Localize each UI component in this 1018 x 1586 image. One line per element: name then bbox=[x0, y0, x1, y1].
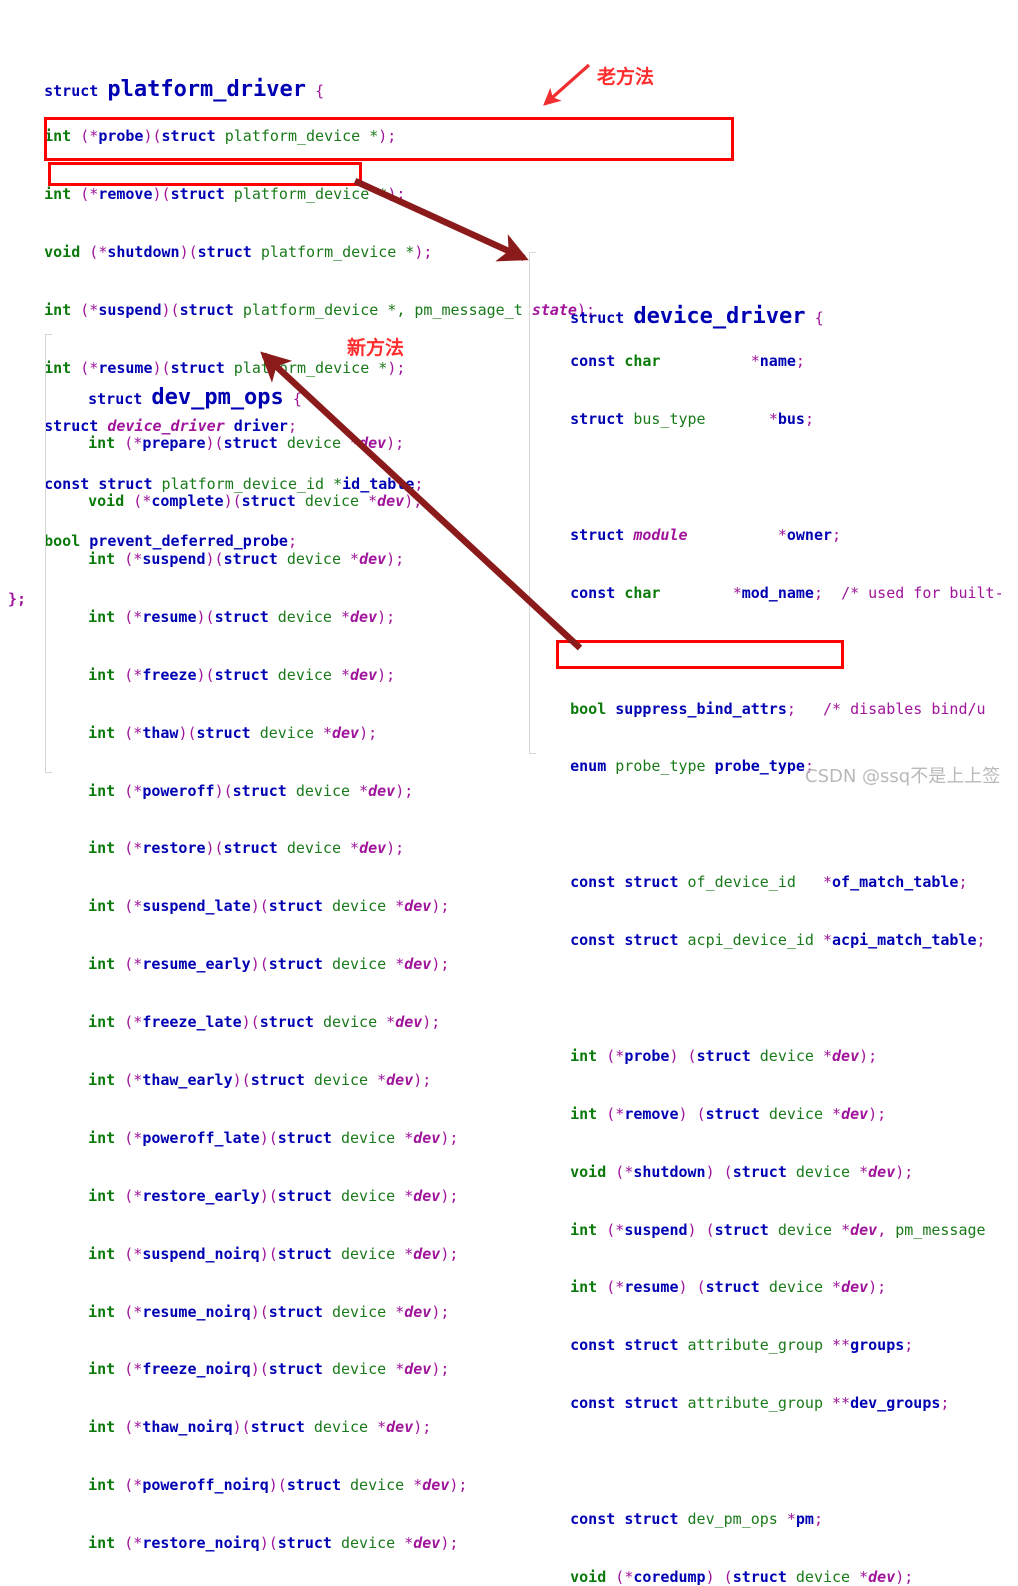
code-line: void (*coredump) (struct device *dev); bbox=[570, 1567, 914, 1586]
code-line: const struct attribute_group **groups; bbox=[570, 1336, 914, 1355]
struct-name-device-driver: device_driver bbox=[633, 303, 806, 329]
code-line: const char *name; bbox=[570, 352, 805, 371]
code-line: int (*restore_early)(struct device *dev)… bbox=[88, 1186, 459, 1205]
code-line: int (*resume) (struct device *dev); bbox=[570, 1278, 887, 1297]
keyword-struct: struct bbox=[570, 308, 625, 327]
brace-open: { bbox=[814, 308, 824, 327]
struct-header-device-driver: struct device_driver { bbox=[534, 288, 1004, 327]
fold-guide-dev-pm-ops bbox=[45, 334, 52, 773]
code-line: bool suppress_bind_attrs; /* disables bi… bbox=[570, 699, 986, 718]
code-line: int (*resume)(struct device *dev); bbox=[88, 607, 396, 626]
code-line: int (*resume_early)(struct device *dev); bbox=[88, 955, 450, 974]
code-line: int (*suspend_noirq)(struct device *dev)… bbox=[88, 1244, 459, 1263]
keyword-struct: struct bbox=[88, 389, 143, 408]
code-line: struct module *owner; bbox=[570, 525, 842, 544]
code-line: int (*restore_noirq)(struct device *dev)… bbox=[88, 1534, 459, 1553]
code-line: int (*poweroff_late)(struct device *dev)… bbox=[88, 1128, 459, 1147]
code-line-suspend: int (*suspend)(struct platform_device *,… bbox=[44, 300, 596, 319]
struct-name-platform-driver: platform_driver bbox=[107, 76, 307, 102]
code-line: int (*suspend_late)(struct device *dev); bbox=[88, 897, 450, 916]
keyword-struct: struct bbox=[44, 81, 99, 100]
code-line: int (*remove)(struct platform_device *); bbox=[44, 185, 406, 204]
code-line: int (*freeze_noirq)(struct device *dev); bbox=[88, 1360, 450, 1379]
old-method-label: 老方法 bbox=[597, 66, 655, 88]
code-line: int (*poweroff_noirq)(struct device *dev… bbox=[88, 1476, 468, 1495]
code-line: int (*probe)(struct platform_device *); bbox=[44, 127, 397, 146]
code-line: const struct attribute_group **dev_group… bbox=[570, 1394, 950, 1413]
csdn-watermark: CSDN @ssq不是上上签 bbox=[805, 766, 1001, 787]
code-line: int (*suspend)(struct device *dev); bbox=[88, 549, 405, 568]
new-method-label: 新方法 bbox=[347, 337, 405, 359]
struct-name-dev-pm-ops: dev_pm_ops bbox=[151, 384, 284, 410]
code-line: int (*freeze_late)(struct device *dev); bbox=[88, 1013, 441, 1032]
code-line: int (*thaw)(struct device *dev); bbox=[88, 723, 378, 742]
code-line: int (*remove) (struct device *dev); bbox=[570, 1104, 887, 1123]
code-line: int (*prepare)(struct device *dev); bbox=[88, 434, 405, 453]
brace-open: { bbox=[292, 389, 302, 408]
struct-header-dev-pm-ops: struct dev_pm_ops { bbox=[52, 369, 476, 408]
code-line: int (*resume_noirq)(struct device *dev); bbox=[88, 1302, 450, 1321]
brace-open: { bbox=[315, 81, 325, 100]
code-line: void (*shutdown)(struct platform_device … bbox=[44, 242, 433, 261]
code-line: int (*probe) (struct device *dev); bbox=[570, 1046, 878, 1065]
code-block-device-driver: struct device_driver { const char *name;… bbox=[534, 249, 1004, 1586]
code-line: int (*thaw_noirq)(struct device *dev); bbox=[88, 1418, 432, 1437]
code-line: struct bus_type *bus; bbox=[570, 410, 814, 429]
code-line: void (*complete)(struct device *dev); bbox=[88, 492, 423, 511]
code-line: int (*freeze)(struct device *dev); bbox=[88, 665, 396, 684]
struct-header-platform-driver: struct platform_driver { bbox=[8, 61, 595, 100]
code-line: int (*suspend) (struct device *dev, pm_m… bbox=[570, 1220, 986, 1239]
code-line: int (*poweroff)(struct device *dev); bbox=[88, 781, 414, 800]
code-line: int (*restore)(struct device *dev); bbox=[88, 839, 405, 858]
code-line: const struct of_device_id *of_match_tabl… bbox=[570, 873, 968, 892]
code-line: const char *mod_name; /* used for built- bbox=[570, 583, 1004, 602]
code-line: const struct acpi_device_id *acpi_match_… bbox=[570, 931, 986, 950]
code-block-dev-pm-ops: struct dev_pm_ops { int (*prepare)(struc… bbox=[52, 330, 476, 1586]
code-line-pm-member: const struct dev_pm_ops *pm; bbox=[570, 1510, 823, 1528]
code-line: int (*thaw_early)(struct device *dev); bbox=[88, 1070, 432, 1089]
code-line: void (*shutdown) (struct device *dev); bbox=[570, 1162, 914, 1181]
